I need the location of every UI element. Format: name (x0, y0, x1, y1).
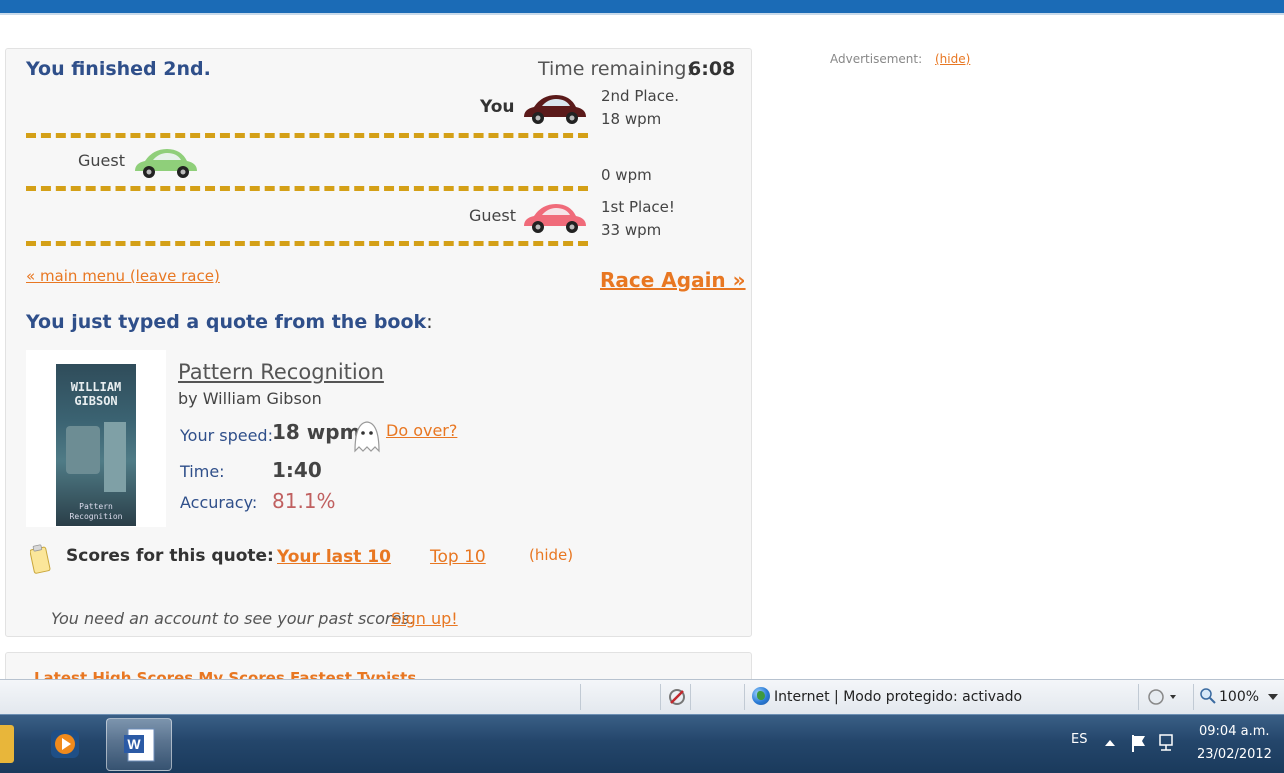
book-author: by William Gibson (178, 389, 322, 408)
status-separator (1193, 684, 1194, 710)
time-remaining-value: 6:08 (688, 58, 736, 80)
media-player-icon (51, 730, 79, 758)
status-separator (660, 684, 661, 710)
cover-stripe-art (104, 422, 126, 492)
clock-date[interactable]: 23/02/2012 (1197, 747, 1272, 762)
cover-author-text: WILLIAM GIBSON (70, 380, 122, 408)
cover-face-art (66, 426, 100, 474)
cover-title-text: Pattern Recognition (69, 502, 123, 521)
racer-place-you: 2nd Place. (601, 87, 679, 105)
time-remaining-label: Time remaining: (538, 58, 693, 80)
status-separator (690, 684, 691, 710)
race-lane (26, 133, 588, 138)
scores-label: Scores for this quote: (66, 546, 274, 566)
zoom-level[interactable]: 100% (1219, 689, 1259, 705)
speed-value: 18 wpm (272, 420, 361, 444)
speed-label: Your speed: (180, 426, 273, 445)
svg-text:W: W (127, 736, 141, 752)
do-over-link[interactable]: Do over? (386, 421, 457, 440)
language-indicator[interactable]: ES (1071, 732, 1087, 747)
zoom-dropdown-icon[interactable] (1268, 694, 1278, 702)
action-center-flag-icon[interactable] (1130, 733, 1148, 753)
car-icon-you (524, 95, 586, 124)
browser-status-bar: Internet | Modo protegido: activado 100% (0, 679, 1284, 714)
time-label: Time: (180, 462, 225, 481)
windows-taskbar: W ES 09:04 a.m. 23/02/2012 (0, 714, 1284, 773)
tab-top-10[interactable]: Top 10 (430, 547, 486, 567)
accuracy-label: Accuracy: (180, 493, 258, 512)
zoom-icon[interactable] (1200, 688, 1216, 704)
race-lane (26, 241, 588, 246)
network-icon[interactable] (1157, 733, 1177, 753)
protected-mode-icon[interactable] (1146, 687, 1180, 707)
book-cover-image[interactable]: WILLIAM GIBSON Pattern Recognition (56, 364, 136, 526)
ad-label: Advertisement: (830, 52, 923, 66)
book-title-link[interactable]: Pattern Recognition (178, 360, 384, 384)
racer-wpm-you: 18 wpm (601, 110, 662, 128)
accuracy-value: 81.1% (272, 489, 336, 513)
word-icon: W (124, 728, 155, 762)
browser-top-bar (0, 0, 1284, 15)
quote-heading: You just typed a quote from the book: (26, 311, 433, 333)
main-menu-link[interactable]: « main menu (leave race) (26, 267, 220, 285)
racer-place-guest-2: 1st Place! (601, 198, 675, 216)
car-icon-guest-2 (524, 204, 586, 233)
racer-name-guest-1: Guest (78, 151, 125, 170)
racer-name-you: You (480, 97, 515, 117)
race-lane (26, 186, 588, 191)
clipboard-icon (30, 544, 51, 574)
racer-name-guest-2: Guest (469, 206, 516, 225)
racer-wpm-guest-1: 0 wpm (601, 166, 652, 184)
need-account-text: You need an account to see your past sco… (51, 609, 415, 628)
status-separator (744, 684, 745, 710)
explorer-icon[interactable] (0, 725, 14, 763)
ad-hide-link[interactable]: (hide) (935, 52, 970, 66)
time-value: 1:40 (272, 458, 322, 482)
taskbar-media-player[interactable] (32, 718, 98, 771)
car-icon-guest-1 (135, 149, 197, 178)
racer-wpm-guest-2: 33 wpm (601, 221, 662, 239)
tab-your-last-10[interactable]: Your last 10 (277, 547, 391, 567)
sign-up-link[interactable]: Sign up! (391, 609, 458, 628)
show-hidden-icons[interactable] (1105, 739, 1115, 747)
privacy-icon[interactable] (667, 687, 687, 707)
scores-hide-link[interactable]: (hide) (529, 546, 573, 564)
race-result-title: You finished 2nd. (26, 58, 211, 80)
status-separator (580, 684, 581, 710)
security-zone-text[interactable]: Internet | Modo protegido: activado (774, 689, 1022, 705)
book-cover-frame[interactable]: WILLIAM GIBSON Pattern Recognition (26, 350, 166, 527)
status-separator (1138, 684, 1139, 710)
quote-heading-colon: : (426, 311, 433, 333)
quote-heading-text: You just typed a quote from the book (26, 311, 427, 333)
race-again-button[interactable]: Race Again » (600, 268, 746, 292)
ghost-icon[interactable] (352, 419, 382, 453)
globe-icon (752, 687, 770, 705)
taskbar-word[interactable]: W (106, 718, 172, 771)
clock-time[interactable]: 09:04 a.m. (1199, 724, 1270, 739)
